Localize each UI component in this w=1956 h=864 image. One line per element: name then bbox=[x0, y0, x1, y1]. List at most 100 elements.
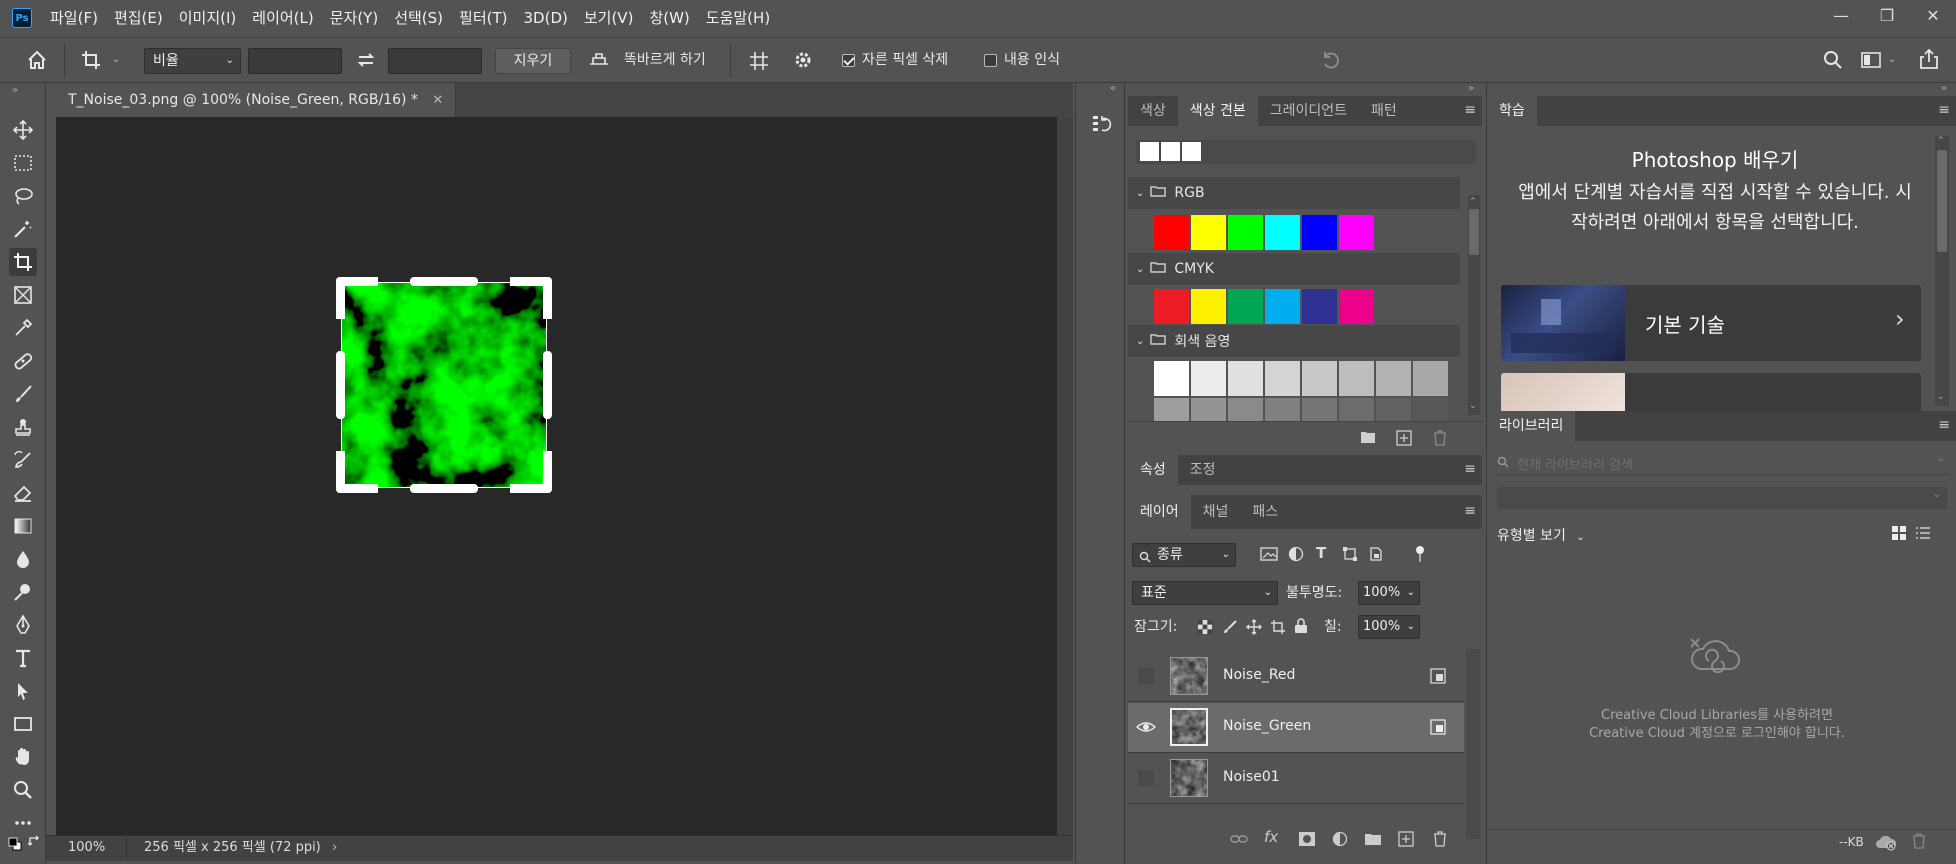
minimize-button[interactable]: — bbox=[1818, 0, 1864, 30]
swatch-cyan[interactable] bbox=[1265, 215, 1300, 250]
lock-position-icon[interactable] bbox=[1246, 619, 1262, 639]
swatch-gray[interactable] bbox=[1228, 398, 1263, 421]
panel-menu-icon[interactable]: ≡ bbox=[1464, 503, 1476, 519]
blur-tool-icon[interactable] bbox=[9, 545, 37, 573]
menu-image[interactable]: 이미지(I) bbox=[171, 0, 245, 36]
visibility-toggle[interactable] bbox=[1138, 668, 1154, 684]
swatch-gray[interactable] bbox=[1191, 398, 1226, 421]
frame-tool-icon[interactable] bbox=[9, 281, 37, 309]
swatch-cmyk-yellow[interactable] bbox=[1191, 289, 1226, 324]
cloud-sync-icon[interactable] bbox=[1875, 833, 1897, 855]
tab-channels[interactable]: 채널 bbox=[1191, 495, 1241, 529]
dodge-tool-icon[interactable] bbox=[9, 578, 37, 606]
layer-row[interactable]: Noise_Red bbox=[1128, 652, 1464, 702]
lock-transparent-icon[interactable] bbox=[1198, 620, 1212, 638]
swatch-gray[interactable] bbox=[1154, 398, 1189, 421]
learn-card[interactable] bbox=[1501, 373, 1921, 411]
path-selection-tool-icon[interactable] bbox=[9, 677, 37, 705]
gradient-tool-icon[interactable] bbox=[9, 512, 37, 540]
swap-icon[interactable] bbox=[356, 50, 376, 74]
eye-icon[interactable] bbox=[1135, 718, 1157, 740]
swatches-scrollbar[interactable]: ⌃ ⌄ bbox=[1468, 195, 1480, 415]
menu-3d[interactable]: 3D(D) bbox=[516, 0, 576, 36]
collapse-arrows-icon[interactable]: » bbox=[1941, 83, 1947, 94]
layer-row[interactable]: Noise_Green bbox=[1128, 703, 1464, 753]
swatch-gray[interactable] bbox=[1376, 398, 1411, 421]
swatch-cmyk-green[interactable] bbox=[1228, 289, 1263, 324]
zoom-tool-icon[interactable] bbox=[9, 776, 37, 804]
history-panel-icon[interactable] bbox=[1090, 113, 1112, 139]
library-select[interactable]: ⌄ bbox=[1497, 487, 1947, 509]
layer-filter-select[interactable]: 종류 ⌄ bbox=[1132, 543, 1236, 567]
workspace-icon[interactable] bbox=[1860, 50, 1882, 74]
swatch-gray[interactable] bbox=[1413, 398, 1448, 421]
swatch-magenta[interactable] bbox=[1339, 215, 1374, 250]
tab-properties[interactable]: 속성 bbox=[1128, 455, 1178, 485]
recent-swatch[interactable] bbox=[1140, 142, 1159, 161]
layer-row[interactable]: Noise01 bbox=[1128, 754, 1464, 804]
learn-scrollbar[interactable]: ⌃ ⌄ bbox=[1935, 136, 1949, 406]
swatch-green[interactable] bbox=[1228, 215, 1263, 250]
tab-learn[interactable]: 학습 bbox=[1487, 96, 1537, 126]
restore-button[interactable]: ❐ bbox=[1864, 0, 1910, 30]
chevron-down-icon[interactable]: ⌄ bbox=[112, 50, 120, 70]
list-view-icon[interactable] bbox=[1915, 525, 1931, 545]
visibility-toggle[interactable] bbox=[1138, 770, 1154, 786]
crop-handle-right[interactable] bbox=[543, 351, 552, 419]
opacity-input[interactable]: 100% ⌄ bbox=[1358, 581, 1420, 605]
share-icon[interactable] bbox=[1918, 48, 1940, 74]
lasso-tool-icon[interactable] bbox=[9, 182, 37, 210]
swatch-cmyk-red[interactable] bbox=[1154, 289, 1189, 324]
clone-stamp-tool-icon[interactable] bbox=[9, 413, 37, 441]
fill-input[interactable]: 100% ⌄ bbox=[1358, 615, 1420, 639]
width-input[interactable] bbox=[248, 48, 342, 74]
layer-name[interactable]: Noise_Red bbox=[1223, 667, 1295, 683]
collapse-arrows-icon[interactable]: « bbox=[1110, 83, 1116, 94]
layers-scrollbar[interactable] bbox=[1466, 649, 1480, 839]
panel-menu-icon[interactable]: ≡ bbox=[1938, 417, 1950, 433]
layer-mask-icon[interactable] bbox=[1298, 831, 1316, 851]
hand-tool-icon[interactable] bbox=[9, 743, 37, 771]
eraser-tool-icon[interactable] bbox=[9, 479, 37, 507]
tab-gradients[interactable]: 그레이디언트 bbox=[1258, 96, 1359, 126]
pen-tool-icon[interactable] bbox=[9, 611, 37, 639]
clear-button[interactable]: 지우기 bbox=[495, 48, 571, 74]
tab-adjustments[interactable]: 조정 bbox=[1178, 455, 1228, 485]
menu-window[interactable]: 창(W) bbox=[641, 0, 697, 36]
swatch-gray[interactable] bbox=[1191, 361, 1226, 396]
marquee-tool-icon[interactable] bbox=[9, 149, 37, 177]
swatch-cmyk-blue[interactable] bbox=[1302, 289, 1337, 324]
move-tool-icon[interactable] bbox=[9, 116, 37, 144]
link-layers-icon[interactable] bbox=[1230, 832, 1248, 850]
recent-swatch[interactable] bbox=[1161, 142, 1180, 161]
collapse-arrows-icon[interactable]: » bbox=[1468, 83, 1474, 94]
menu-layer[interactable]: 레이어(L) bbox=[244, 0, 321, 36]
fx-icon[interactable]: fx bbox=[1264, 828, 1278, 846]
crop-tool-icon[interactable] bbox=[80, 49, 102, 75]
learn-card[interactable]: 기본 기술 › bbox=[1501, 285, 1921, 361]
tab-patterns[interactable]: 패턴 bbox=[1359, 96, 1409, 126]
menu-help[interactable]: 도움말(H) bbox=[698, 0, 778, 36]
menu-select[interactable]: 선택(S) bbox=[386, 0, 451, 36]
tab-color[interactable]: 색상 bbox=[1128, 96, 1178, 126]
ratio-select[interactable]: 비율 ⌄ bbox=[144, 48, 241, 74]
filter-smart-object-icon[interactable] bbox=[1368, 546, 1384, 566]
vertical-scrollbar[interactable] bbox=[1057, 117, 1073, 835]
menu-type[interactable]: 문자(Y) bbox=[322, 0, 386, 36]
library-search[interactable]: 현재 라이브러리 검색 ⌄ bbox=[1497, 451, 1947, 475]
swatch-gray[interactable] bbox=[1265, 398, 1300, 421]
chevron-right-icon[interactable]: › bbox=[332, 836, 337, 860]
chevron-down-icon[interactable]: ⌄ bbox=[1888, 50, 1896, 70]
swatch-group-cmyk[interactable]: ⌄ CMYK bbox=[1128, 253, 1460, 285]
crop-frame[interactable] bbox=[341, 282, 547, 488]
straighten-label[interactable]: 똑바르게 하기 bbox=[624, 50, 706, 70]
swatch-cmyk-magenta[interactable] bbox=[1339, 289, 1374, 324]
gear-icon[interactable] bbox=[792, 49, 814, 75]
swatch-red[interactable] bbox=[1154, 215, 1189, 250]
swatch-gray[interactable] bbox=[1376, 361, 1411, 396]
swatch-blue[interactable] bbox=[1302, 215, 1337, 250]
trash-icon[interactable] bbox=[1911, 833, 1927, 853]
recent-swatch[interactable] bbox=[1182, 142, 1201, 161]
trash-icon[interactable] bbox=[1432, 430, 1448, 450]
layer-thumbnail[interactable] bbox=[1170, 708, 1208, 746]
